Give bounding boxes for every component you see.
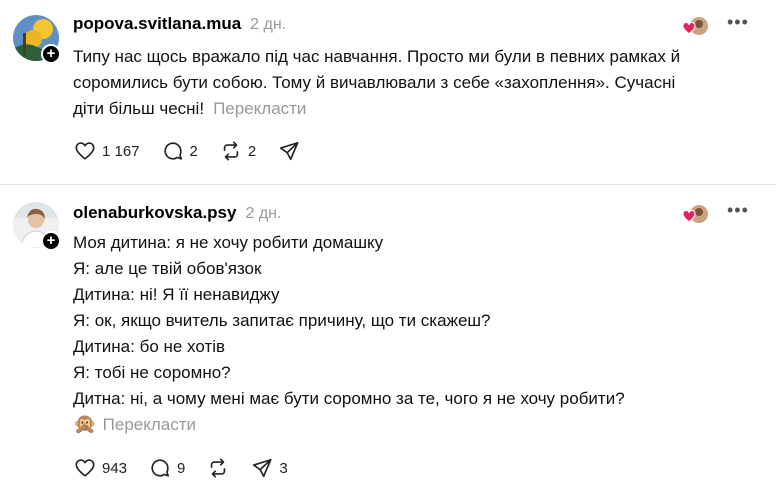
repost-count: 2 (247, 142, 257, 160)
translate-link[interactable]: Перекласти (213, 99, 306, 118)
text-line: Типу нас щось вражало під час навчання. … (73, 47, 681, 66)
text-line-last: діти більш чесні! Перекласти (73, 96, 753, 122)
text-line: Я: ок, якщо вчитель запитає причину, що … (73, 311, 491, 330)
send-icon (253, 458, 272, 478)
follow-button[interactable]: + (41, 44, 61, 64)
comment-count: 9 (177, 459, 186, 477)
reactions-summary-icon[interactable] (679, 15, 709, 37)
text-line: Я: але це твій обов'язок (73, 259, 262, 278)
more-options-icon[interactable]: ••• (727, 200, 749, 221)
thread-reply: + olenaburkovska.psy 2 дн. ••• Моя дитин… (0, 185, 776, 495)
emoji-line: 🙊 Перекласти (73, 412, 753, 438)
text-line: діти більш чесні! (73, 99, 205, 118)
repost-icon (223, 141, 239, 161)
like-button[interactable]: 943 (74, 457, 127, 479)
comment-icon (163, 142, 182, 160)
send-icon (280, 141, 299, 161)
comment-button[interactable]: 9 (149, 457, 185, 479)
action-bar: 1 167 2 2 (74, 140, 322, 162)
repost-button[interactable] (207, 457, 229, 479)
post-text: Моя дитина: я не хочу робити домашку Я: … (73, 230, 753, 438)
heart-icon (75, 142, 95, 160)
repost-button[interactable]: 2 (220, 140, 256, 162)
comment-icon (151, 459, 170, 477)
text-line: соромились бути собою. Тому й вичавлювал… (73, 73, 676, 92)
thread-reply: + popova.svitlana.mua 2 дн. ••• Типу нас… (0, 0, 776, 184)
like-button[interactable]: 1 167 (74, 140, 140, 162)
text-line: Дитна: ні, а чому мені має бути соромно … (73, 389, 625, 408)
post-header: olenaburkovska.psy 2 дн. (73, 203, 281, 223)
text-line: Дитина: ні! Я її ненавиджу (73, 285, 280, 304)
repost-icon (211, 458, 226, 478)
reactions-summary-icon[interactable] (679, 203, 709, 225)
text-line: Моя дитина: я не хочу робити домашку (73, 233, 384, 252)
timestamp[interactable]: 2 дн. (245, 205, 281, 223)
timestamp[interactable]: 2 дн. (250, 16, 286, 34)
like-count: 943 (102, 459, 128, 477)
share-button[interactable]: 3 (251, 457, 288, 479)
translate-link[interactable]: Перекласти (103, 415, 196, 434)
comment-button[interactable]: 2 (162, 140, 198, 162)
comment-count: 2 (189, 142, 198, 160)
username[interactable]: olenaburkovska.psy (73, 203, 236, 223)
post-header: popova.svitlana.mua 2 дн. (73, 14, 286, 34)
text-line: Я: тобі не соромно? (73, 363, 231, 382)
text-line: Дитина: бо не хотів (73, 337, 226, 356)
more-options-icon[interactable]: ••• (727, 12, 749, 33)
speak-no-evil-monkey-icon: 🙊 (73, 414, 97, 435)
username[interactable]: popova.svitlana.mua (73, 14, 241, 34)
post-text: Типу нас щось вражало під час навчання. … (73, 44, 753, 122)
share-count: 3 (279, 459, 288, 477)
follow-button[interactable]: + (41, 231, 61, 251)
action-bar: 943 9 3 (74, 457, 310, 479)
share-button[interactable] (278, 140, 300, 162)
like-count: 1 167 (102, 142, 140, 160)
heart-icon (75, 459, 95, 477)
